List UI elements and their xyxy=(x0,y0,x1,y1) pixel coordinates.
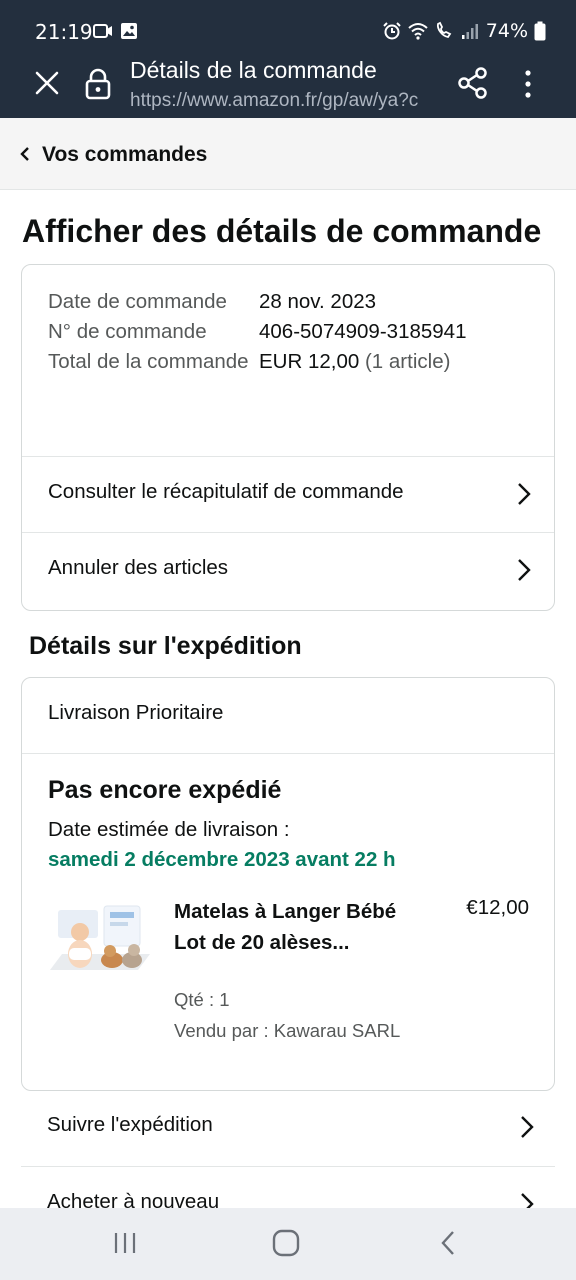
order-number-value: 406-5074909-3185941 xyxy=(259,320,467,343)
order-number-row: N° de commande 406-5074909-3185941 xyxy=(48,317,538,347)
image-notification-icon xyxy=(121,23,137,39)
close-icon[interactable] xyxy=(30,66,64,100)
wifi-icon xyxy=(408,23,428,40)
cancel-items-label: Annuler des articles xyxy=(48,556,229,579)
shipment-status: Pas encore expédié xyxy=(48,776,282,804)
order-total-label: Total de la commande xyxy=(48,350,249,373)
product-title[interactable]: Matelas à Langer Bébé Lot de 20 alèses..… xyxy=(174,896,414,958)
product-quantity: Qté : 1 xyxy=(174,989,230,1010)
order-date-label: Date de commande xyxy=(48,290,227,313)
lock-icon[interactable] xyxy=(84,68,112,100)
product-price: €12,00 xyxy=(466,896,529,919)
order-info-grid: Date de commande 28 nov. 2023 N° de comm… xyxy=(48,287,538,377)
browser-header: 21:19 74% Détails de la commande https:/… xyxy=(0,0,576,118)
track-shipment-label: Suivre l'expédition xyxy=(47,1113,213,1136)
order-summary-label: Consulter le récapitulatif de commande xyxy=(48,480,404,503)
shipping-section-title: Détails sur l'expédition xyxy=(29,632,302,660)
signal-icon xyxy=(461,24,478,39)
share-icon[interactable] xyxy=(456,66,490,100)
status-system-icons: 74% xyxy=(382,20,546,42)
chevron-left-icon xyxy=(20,147,29,161)
recent-apps-icon[interactable] xyxy=(110,1228,140,1258)
video-notification-icon xyxy=(93,24,112,38)
home-icon[interactable] xyxy=(270,1227,302,1259)
order-total-row: Total de la commande EUR 12,00 (1 articl… xyxy=(48,347,538,377)
page-title: Afficher des détails de commande xyxy=(22,213,542,249)
order-total-value: EUR 12,00 xyxy=(259,350,360,373)
back-label: Vos commandes xyxy=(42,143,208,166)
status-bar: 21:19 74% xyxy=(0,0,576,64)
order-info-card: Date de commande 28 nov. 2023 N° de comm… xyxy=(21,264,555,611)
delivery-estimate-value: samedi 2 décembre 2023 avant 22 h xyxy=(48,848,396,871)
order-total-value-wrap: EUR 12,00 (1 article) xyxy=(259,347,538,377)
battery-icon xyxy=(534,21,546,41)
track-shipment-link[interactable]: Suivre l'expédition xyxy=(21,1090,555,1166)
status-notification-icons xyxy=(93,21,139,41)
alarm-icon xyxy=(383,22,401,40)
cancel-items-link[interactable]: Annuler des articles xyxy=(22,533,554,609)
order-date-value: 28 nov. 2023 xyxy=(259,290,377,313)
order-summary-link[interactable]: Consulter le récapitulatif de commande xyxy=(22,457,554,533)
back-to-orders-link[interactable]: Vos commandes xyxy=(0,118,576,190)
system-navigation-bar xyxy=(0,1208,576,1280)
wifi-call-icon xyxy=(436,21,452,38)
shipment-card: Livraison Prioritaire Pas encore expédié… xyxy=(21,677,555,1091)
order-date-row: Date de commande 28 nov. 2023 xyxy=(48,287,538,317)
shipping-method: Livraison Prioritaire xyxy=(48,701,224,724)
product-seller: Vendu par : Kawarau SARL xyxy=(174,1020,401,1041)
order-item-count: (1 article) xyxy=(364,350,451,373)
browser-url[interactable]: https://www.amazon.fr/gp/aw/ya?c xyxy=(130,90,438,112)
battery-percent: 74% xyxy=(485,20,528,42)
chevron-right-icon xyxy=(518,559,531,581)
back-icon[interactable] xyxy=(434,1228,464,1258)
chevron-right-icon xyxy=(521,1116,534,1138)
order-number-label: N° de commande xyxy=(48,320,207,343)
delivery-estimate-label: Date estimée de livraison : xyxy=(48,818,290,841)
chevron-right-icon xyxy=(518,483,531,505)
status-time: 21:19 xyxy=(35,20,93,44)
browser-page-title[interactable]: Détails de la commande xyxy=(130,57,377,84)
divider xyxy=(22,753,554,754)
more-options-icon[interactable] xyxy=(516,68,540,100)
product-image[interactable] xyxy=(48,900,152,984)
